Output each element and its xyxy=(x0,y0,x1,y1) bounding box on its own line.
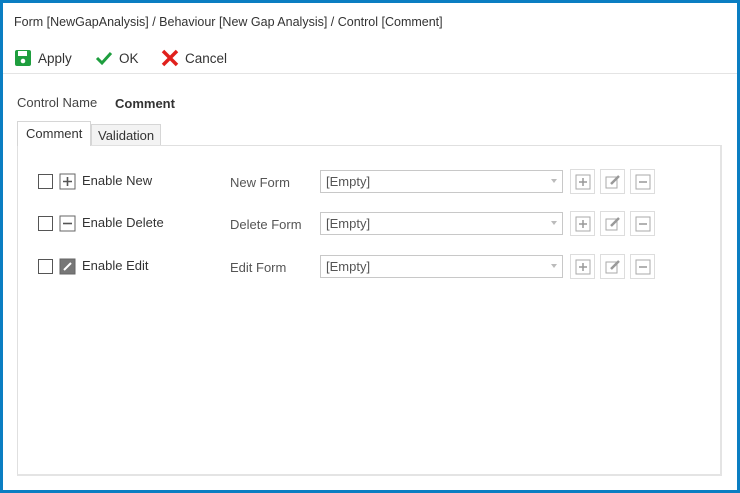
tab-comment[interactable]: Comment xyxy=(17,121,92,146)
edit-icon xyxy=(605,259,620,273)
tab-validation[interactable]: Validation xyxy=(91,124,162,146)
add-form-button[interactable] xyxy=(570,169,595,194)
dropdown-arrow-icon[interactable] xyxy=(551,221,557,225)
remove-form-button[interactable] xyxy=(630,169,655,194)
enable-checkbox[interactable] xyxy=(38,259,53,274)
dialog-window: Form [NewGapAnalysis] / Behaviour [New G… xyxy=(0,0,740,493)
edit-icon xyxy=(605,216,620,230)
remove-icon xyxy=(635,259,650,274)
edit-icon xyxy=(59,258,76,275)
form-select[interactable]: [Empty] xyxy=(320,212,563,235)
window-title: Form [NewGapAnalysis] / Behaviour [New G… xyxy=(14,15,443,29)
minus-icon xyxy=(59,215,76,232)
check-icon xyxy=(95,51,113,66)
add-icon xyxy=(575,174,590,189)
add-form-button[interactable] xyxy=(570,254,595,279)
close-icon xyxy=(161,49,179,67)
form-select-value: [Empty] xyxy=(326,174,371,189)
form-label: Edit Form xyxy=(230,260,287,275)
dropdown-arrow-icon[interactable] xyxy=(551,264,557,268)
enable-label: Enable Edit xyxy=(82,258,149,273)
behaviour-row: Enable Delete Delete Form [Empty] xyxy=(18,211,718,236)
edit-form-button[interactable] xyxy=(600,254,625,279)
form-select-value: [Empty] xyxy=(326,259,371,274)
dropdown-arrow-icon[interactable] xyxy=(551,179,557,183)
cancel-button[interactable]: Cancel xyxy=(161,49,227,67)
behaviour-row: Enable Edit Edit Form [Empty] xyxy=(18,254,718,279)
apply-button[interactable]: Apply xyxy=(14,49,72,67)
control-name-value: Comment xyxy=(115,96,175,111)
form-select[interactable]: [Empty] xyxy=(320,255,563,278)
save-icon xyxy=(15,50,31,66)
behaviour-row: Enable New New Form [Empty] xyxy=(18,169,718,194)
form-label: New Form xyxy=(230,175,290,190)
edit-form-button[interactable] xyxy=(600,211,625,236)
cancel-label: Cancel xyxy=(185,50,228,66)
apply-label: Apply xyxy=(38,50,72,66)
remove-form-button[interactable] xyxy=(630,254,655,279)
edit-icon xyxy=(605,174,620,188)
form-select[interactable]: [Empty] xyxy=(320,170,563,193)
add-icon xyxy=(575,216,590,231)
ok-label: OK xyxy=(119,50,139,66)
remove-icon xyxy=(635,174,650,189)
plus-icon xyxy=(59,173,76,190)
form-select-value: [Empty] xyxy=(326,216,371,231)
enable-checkbox[interactable] xyxy=(38,216,53,231)
enable-checkbox[interactable] xyxy=(38,174,53,189)
control-name-label: Control Name xyxy=(17,95,98,110)
enable-label: Enable New xyxy=(82,173,153,188)
add-icon xyxy=(575,259,590,274)
remove-icon xyxy=(635,216,650,231)
ok-button[interactable]: OK xyxy=(95,49,139,67)
toolbar-divider xyxy=(3,73,737,74)
edit-form-button[interactable] xyxy=(600,169,625,194)
enable-label: Enable Delete xyxy=(82,215,164,230)
add-form-button[interactable] xyxy=(570,211,595,236)
comment-tab-panel: Enable New New Form [Empty] Enable Delet… xyxy=(17,145,722,476)
form-label: Delete Form xyxy=(230,217,302,232)
remove-form-button[interactable] xyxy=(630,211,655,236)
